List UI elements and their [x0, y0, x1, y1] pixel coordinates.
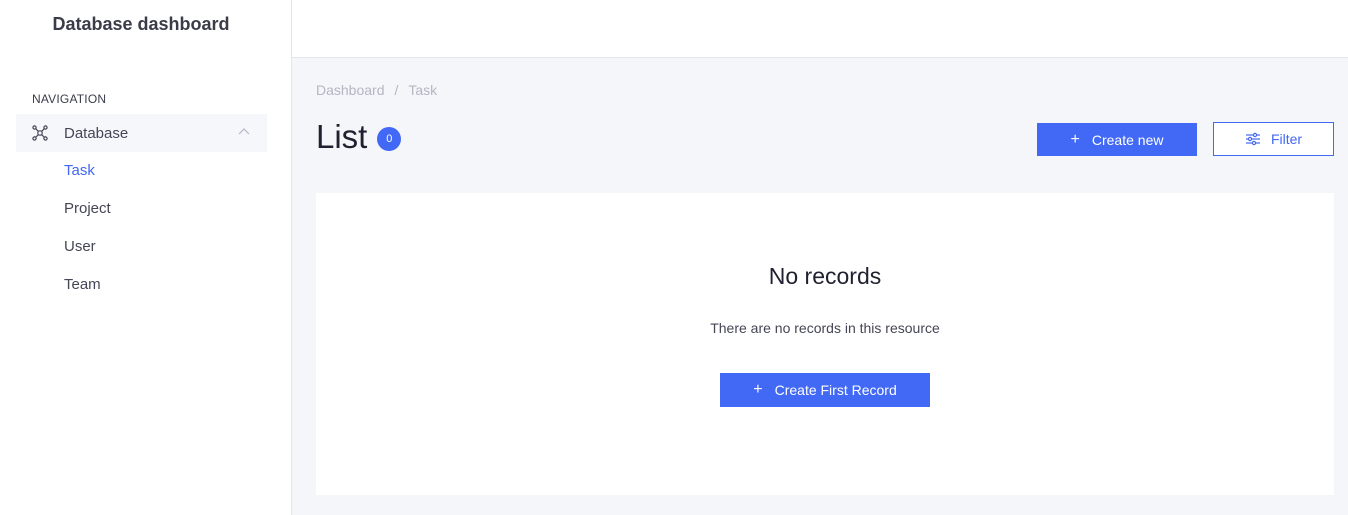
- chevron-up-icon[interactable]: [237, 125, 251, 139]
- main-content: Dashboard / Task List 0 + Create new Fil…: [292, 58, 1348, 515]
- empty-state-text: There are no records in this resource: [710, 320, 940, 336]
- brand-title[interactable]: Database dashboard: [0, 14, 282, 35]
- top-bar: [292, 0, 1348, 58]
- sidebar-item-task[interactable]: Task: [64, 162, 95, 179]
- sidebar-item-project[interactable]: Project: [64, 200, 111, 217]
- sidebar-item-team[interactable]: Team: [64, 276, 101, 293]
- plus-icon: +: [753, 381, 763, 398]
- nav-heading: NAVIGATION: [32, 92, 107, 106]
- sidebar-group-database[interactable]: Database: [16, 114, 267, 152]
- filter-button[interactable]: Filter: [1213, 122, 1334, 156]
- sidebar-group-label: Database: [64, 124, 129, 142]
- breadcrumb: Dashboard / Task: [316, 82, 437, 98]
- count-badge: 0: [377, 127, 402, 151]
- sidebar: Database dashboard NAVIGATION Database T…: [0, 0, 292, 515]
- empty-state-title: No records: [768, 263, 882, 289]
- breadcrumb-separator: /: [394, 82, 399, 98]
- filter-label: Filter: [1270, 131, 1303, 147]
- create-first-record-button[interactable]: + Create First Record: [720, 373, 930, 407]
- breadcrumb-dashboard[interactable]: Dashboard: [316, 82, 385, 98]
- breadcrumb-task[interactable]: Task: [408, 82, 437, 98]
- create-new-label: Create new: [1091, 131, 1164, 148]
- network-icon: [32, 125, 48, 141]
- empty-state-card: No records There are no records in this …: [316, 193, 1334, 495]
- page-title: List 0: [316, 118, 402, 156]
- page-title-text: List: [316, 118, 368, 155]
- create-new-button[interactable]: + Create new: [1037, 123, 1197, 156]
- sidebar-item-user[interactable]: User: [64, 238, 96, 255]
- create-first-record-label: Create First Record: [774, 382, 897, 398]
- sliders-icon: [1245, 132, 1261, 146]
- plus-icon: +: [1070, 130, 1080, 148]
